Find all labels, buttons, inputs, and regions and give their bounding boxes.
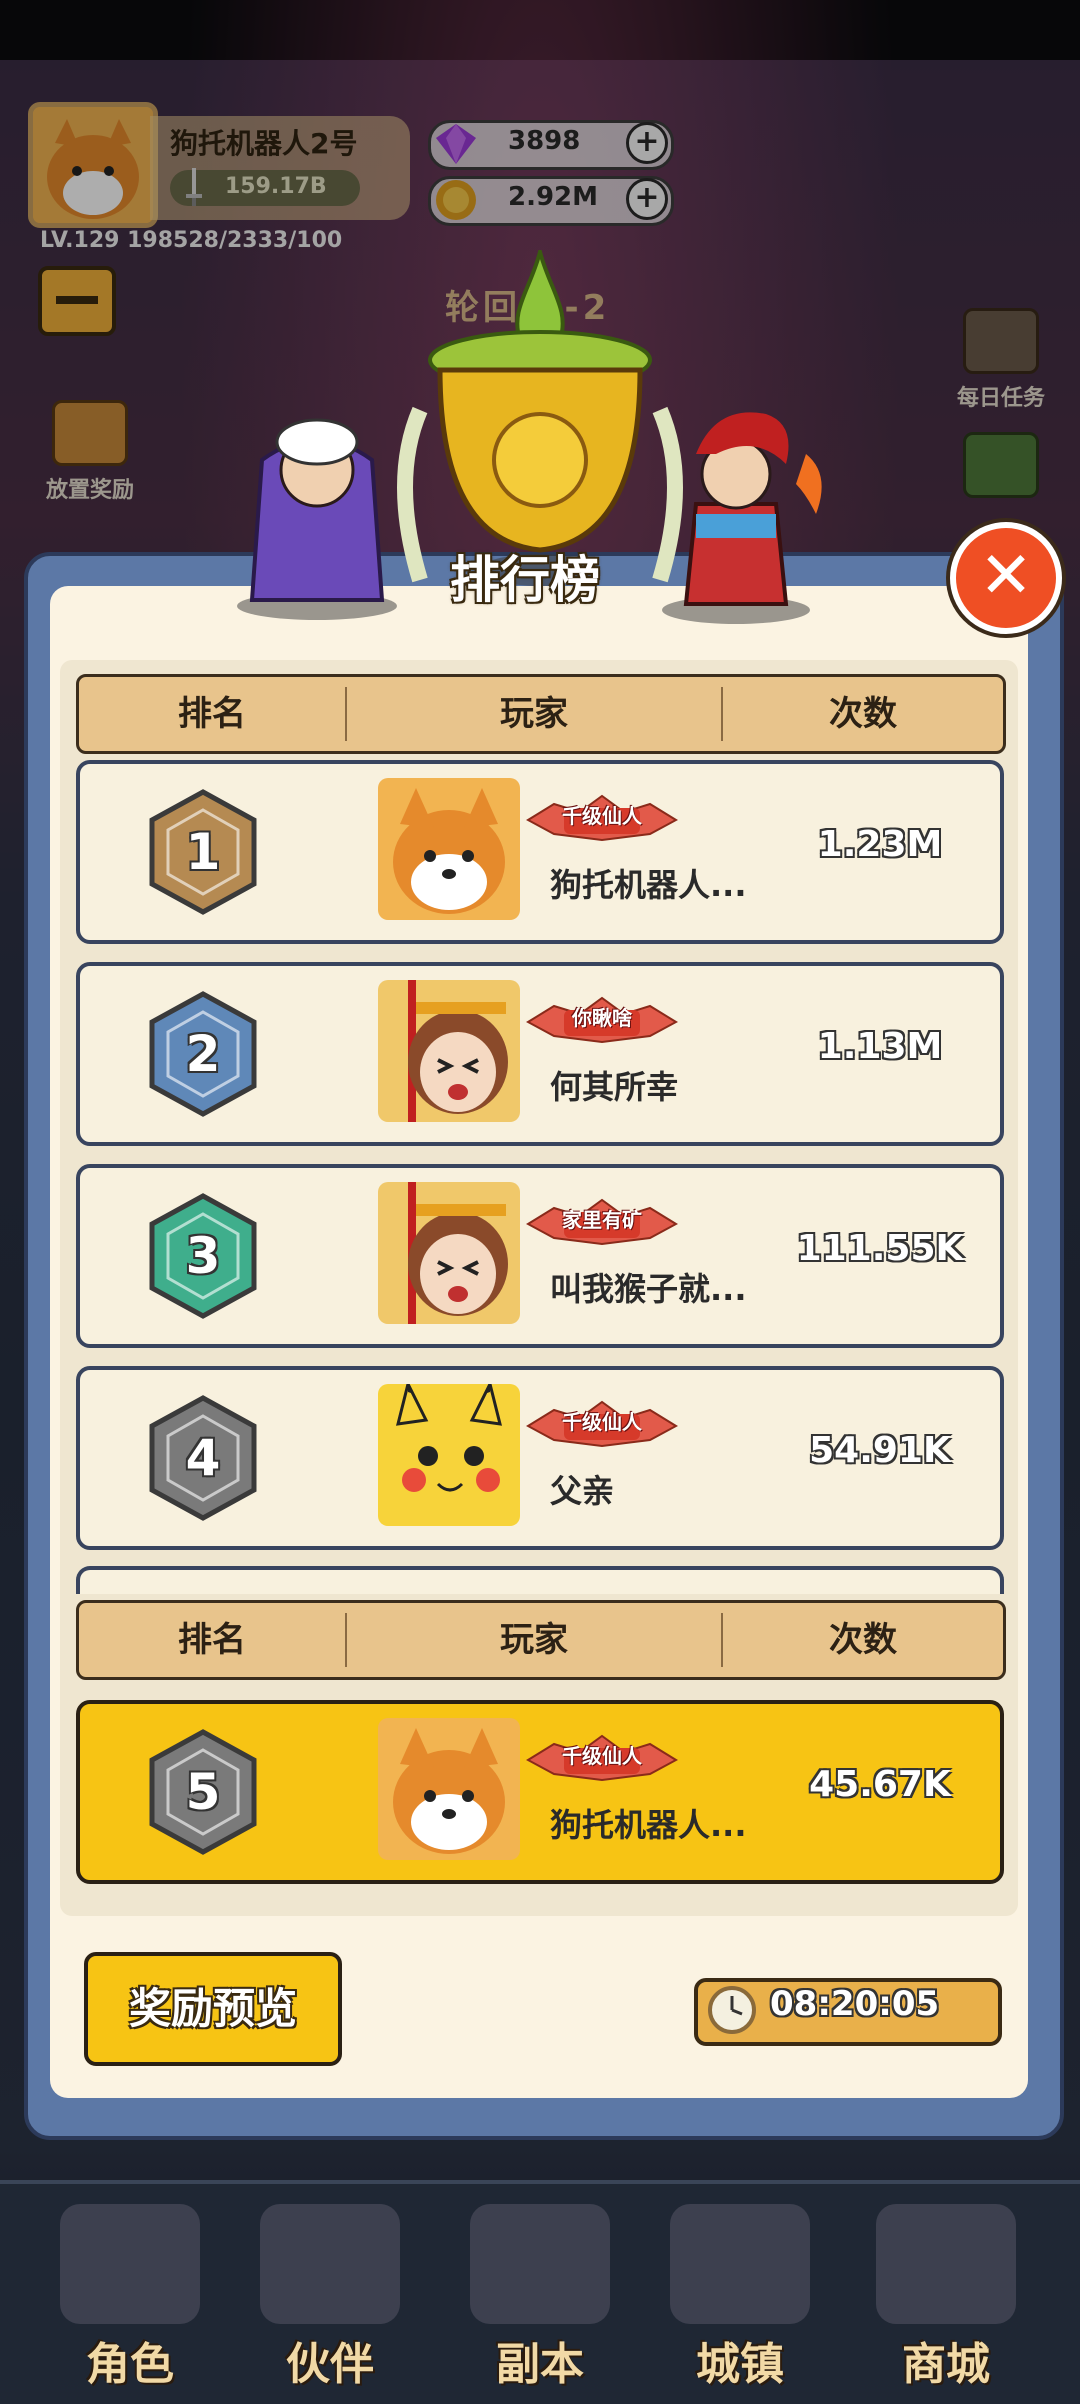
close-button[interactable]: ✕ <box>950 522 1062 634</box>
player-name: 狗托机器人... <box>550 1806 747 1844</box>
score-value: 1.13M <box>817 1026 943 1067</box>
header-count: 次数 <box>829 1620 897 1660</box>
title-badge-label: 千级仙人 <box>562 1410 642 1434</box>
town-icon <box>670 2204 810 2324</box>
scroll-icon <box>470 2204 610 2324</box>
header-rank: 排名 <box>178 1620 246 1660</box>
leaderboard-header: 排名 玩家 次数 <box>76 674 1006 754</box>
nav-character[interactable]: 角色 <box>40 2204 220 2394</box>
modal-title: 排行榜 <box>450 551 600 609</box>
rank-number: 1 <box>185 823 221 881</box>
nav-partner[interactable]: 伙伴 <box>240 2204 420 2394</box>
nav-shop[interactable]: 商城 <box>856 2204 1036 2394</box>
rank-number: 2 <box>185 1025 221 1083</box>
player-name: 何其所幸 <box>550 1068 679 1106</box>
score-value: 45.67K <box>809 1764 951 1805</box>
title-badge-label: 千级仙人 <box>562 1744 642 1768</box>
table-row[interactable]: 1 千级仙人狗托机器人... 1.23M <box>76 760 1004 944</box>
header-rank: 排名 <box>178 694 246 734</box>
player-name: 叫我猴子就... <box>550 1270 747 1308</box>
player-avatar[interactable] <box>378 778 520 920</box>
title-badge-label: 你瞅啥 <box>572 1006 632 1030</box>
nav-town-label: 城镇 <box>696 2339 784 2390</box>
list-item-partial <box>76 1566 1004 1594</box>
score-value: 1.23M <box>817 824 943 865</box>
bottom-nav: 角色 伙伴 副本 城镇 商城 <box>0 2180 1080 2404</box>
rank-number: 4 <box>185 1429 221 1487</box>
nav-town[interactable]: 城镇 <box>650 2204 830 2394</box>
rank-number: 5 <box>185 1763 221 1821</box>
player-avatar[interactable] <box>378 1384 520 1526</box>
header-count: 次数 <box>829 694 897 734</box>
player-name: 狗托机器人... <box>550 866 747 904</box>
character-icon <box>60 2204 200 2324</box>
player-avatar[interactable] <box>378 1182 520 1324</box>
taoist-character-left <box>232 380 402 620</box>
player-avatar[interactable] <box>378 1718 520 1860</box>
header-player: 玩家 <box>500 694 568 734</box>
nav-partner-label: 伙伴 <box>286 2339 374 2390</box>
title-badge-label: 家里有矿 <box>562 1208 642 1232</box>
table-row[interactable]: 3 家里有矿叫我猴子就... 111.55K <box>76 1164 1004 1348</box>
warrior-character-right <box>656 394 836 626</box>
score-value: 54.91K <box>809 1430 951 1471</box>
countdown-timer: 08:20:05 <box>770 1984 940 2024</box>
table-row[interactable]: 4 千级仙人父亲 54.91K <box>76 1366 1004 1550</box>
player-name: 父亲 <box>550 1472 615 1510</box>
rank-number: 3 <box>185 1227 221 1285</box>
shop-icon <box>876 2204 1016 2324</box>
partner-icon <box>260 2204 400 2324</box>
nav-shop-label: 商城 <box>902 2339 990 2390</box>
table-row[interactable]: 2 你瞅啥何其所幸 1.13M <box>76 962 1004 1146</box>
title-badge-label: 千级仙人 <box>562 804 642 828</box>
nav-dungeon[interactable]: 副本 <box>450 2204 630 2394</box>
player-avatar[interactable] <box>378 980 520 1122</box>
header-player: 玩家 <box>500 1620 568 1660</box>
clock-icon <box>706 1984 758 2040</box>
my-rank-header: 排名 玩家 次数 <box>76 1600 1006 1680</box>
score-value: 111.55K <box>796 1228 964 1269</box>
my-rank-row[interactable]: 5 千级仙人狗托机器人... 45.67K <box>76 1700 1004 1884</box>
nav-dungeon-label: 副本 <box>496 2339 584 2390</box>
reward-preview-button[interactable]: 奖励预览 <box>84 1952 342 2066</box>
nav-character-label: 角色 <box>86 2339 174 2390</box>
